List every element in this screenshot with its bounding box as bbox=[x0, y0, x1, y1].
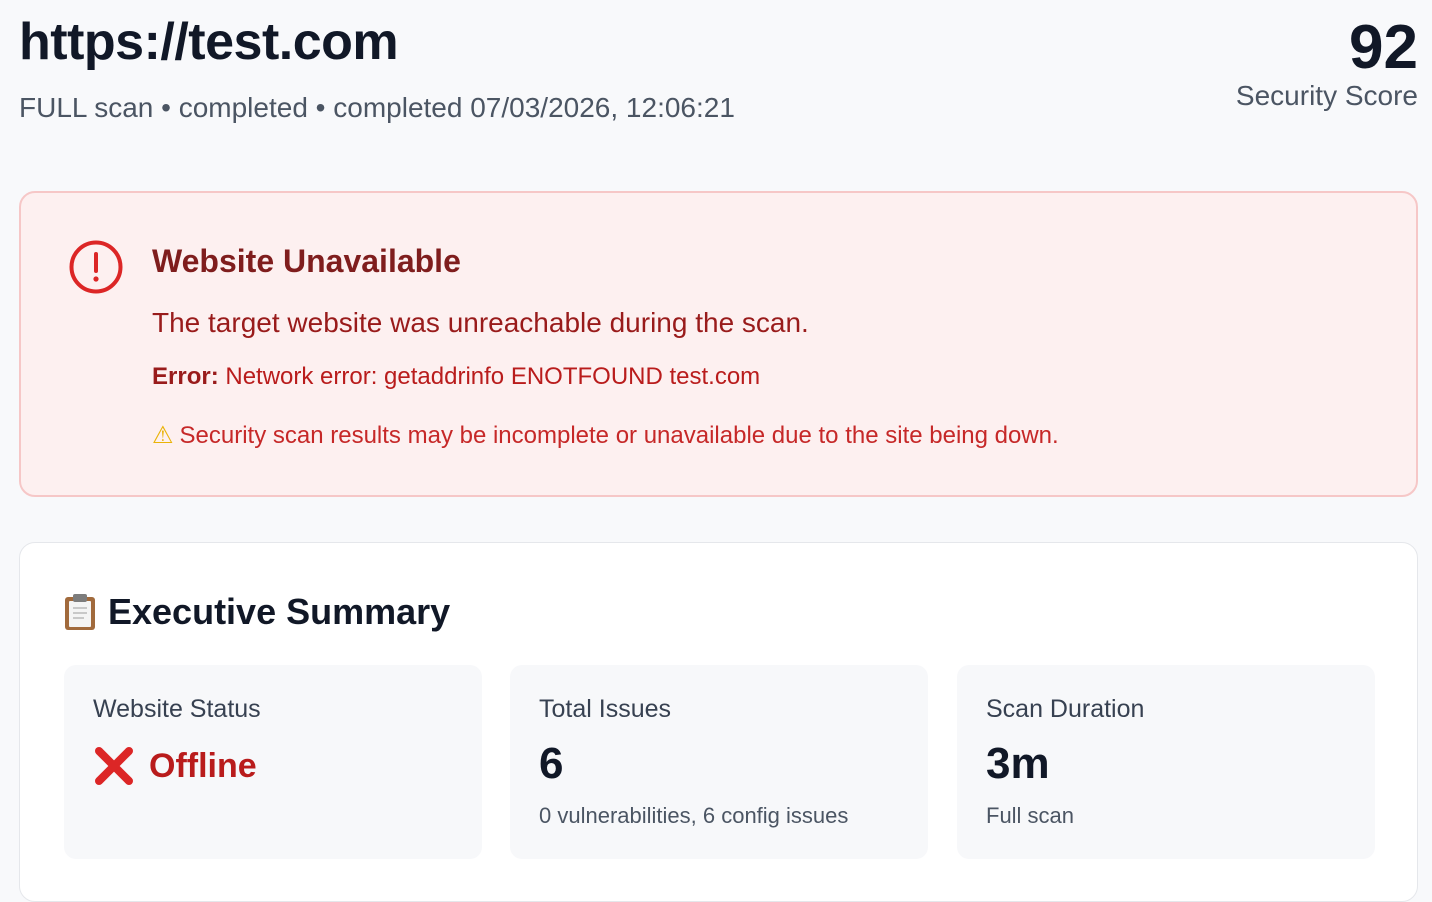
stat-label: Website Status bbox=[93, 695, 261, 723]
alert-error-message: Error: Network error: getaddrinfo ENOTFO… bbox=[152, 363, 760, 391]
summary-title-text: Executive Summary bbox=[108, 591, 451, 632]
stat-subtext: 0 vulnerabilities, 6 config issues bbox=[539, 803, 849, 828]
security-score: 92 Security Score bbox=[1236, 12, 1418, 112]
scan-header: https://test.com FULL scan • completed •… bbox=[19, 0, 1418, 140]
error-label: Error: bbox=[152, 363, 219, 390]
stat-value: Offline bbox=[93, 745, 257, 787]
stat-label: Total Issues bbox=[539, 695, 672, 723]
alert-warning-message: ⚠ Security scan results may be incomplete… bbox=[152, 421, 1059, 450]
executive-summary-heading: Executive Summary bbox=[64, 591, 450, 633]
warning-icon: ⚠ bbox=[152, 422, 174, 449]
stat-value: 3m bbox=[986, 739, 1050, 788]
website-status-value: Offline bbox=[149, 746, 257, 785]
stat-value: 6 bbox=[539, 739, 564, 788]
stat-subtext: Full scan bbox=[986, 803, 1075, 828]
alert-description: The target website was unreachable durin… bbox=[152, 307, 809, 338]
stat-scan-duration: Scan Duration 3m Full scan bbox=[957, 665, 1375, 859]
warning-text: Security scan results may be incomplete … bbox=[179, 422, 1059, 449]
alert-title: Website Unavailable bbox=[152, 243, 461, 279]
alert-circle-icon bbox=[69, 240, 123, 294]
executive-summary-card: Executive Summary Website Status Offline… bbox=[19, 542, 1418, 902]
website-unavailable-alert: Website Unavailable The target website w… bbox=[19, 191, 1418, 497]
site-url-title: https://test.com bbox=[19, 13, 399, 71]
stat-label: Scan Duration bbox=[986, 695, 1145, 723]
stat-total-issues: Total Issues 6 0 vulnerabilities, 6 conf… bbox=[510, 665, 928, 859]
security-score-value: 92 bbox=[1349, 13, 1418, 82]
clipboard-icon bbox=[65, 594, 95, 630]
x-mark-icon bbox=[95, 747, 133, 785]
error-text: Network error: getaddrinfo ENOTFOUND tes… bbox=[225, 363, 761, 390]
stat-website-status: Website Status Offline bbox=[64, 665, 482, 859]
security-score-label: Security Score bbox=[1235, 80, 1418, 111]
scan-meta: FULL scan • completed • completed 07/03/… bbox=[19, 92, 735, 123]
